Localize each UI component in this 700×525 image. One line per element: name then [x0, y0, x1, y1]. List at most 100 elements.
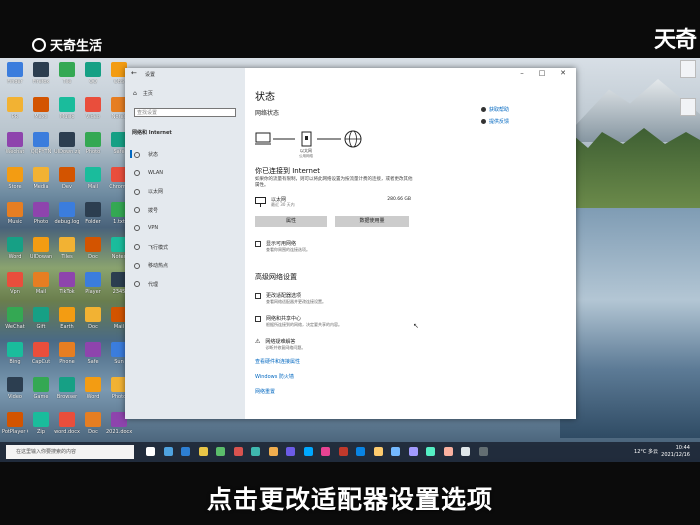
taskbar-app-icon[interactable] [461, 447, 470, 456]
sidebar-item[interactable]: VPN [134, 225, 158, 231]
desktop-app-icon[interactable] [7, 272, 23, 287]
desktop-app-icon[interactable] [33, 307, 49, 322]
desktop-app-icon[interactable] [59, 132, 75, 147]
desktop-app-icon[interactable] [33, 377, 49, 392]
desktop-file-icon[interactable] [680, 98, 696, 116]
sidebar-item[interactable]: 飞行模式 [134, 244, 168, 251]
desktop-app-icon[interactable] [85, 62, 101, 77]
desktop-app-icon[interactable] [59, 412, 75, 427]
maximize-icon[interactable]: □ [535, 69, 549, 77]
taskbar-app-icon[interactable] [443, 447, 453, 456]
desktop-app-icon[interactable] [7, 237, 23, 252]
taskbar-app-icon[interactable] [268, 447, 278, 456]
desktop-app-icon[interactable] [33, 62, 49, 77]
taskbar-app-icon[interactable] [181, 447, 190, 456]
desktop-app-icon[interactable] [7, 62, 23, 77]
windows-firewall-link[interactable]: Windows 防火墙 [255, 373, 294, 380]
troubleshooter-item[interactable]: ⚠ 网络疑难解答 诊断并修复网络问题。 [255, 338, 305, 351]
desktop-app-icon[interactable] [59, 62, 75, 77]
sidebar-item[interactable]: 状态 [129, 150, 158, 158]
taskbar-app-icon[interactable] [356, 447, 365, 456]
desktop-app-icon[interactable] [7, 307, 23, 322]
taskbar-app-icon[interactable] [321, 447, 330, 456]
sidebar-item[interactable]: 代理 [134, 281, 158, 288]
properties-button[interactable]: 属性 [255, 216, 327, 227]
show-networks-item[interactable]: 显示可用网络 查看你周围的连接选项。 [255, 240, 310, 253]
desktop-app-icon[interactable] [85, 412, 101, 427]
taskbar-app-icon[interactable] [233, 447, 243, 456]
taskbar-app-icon[interactable] [478, 447, 488, 456]
hardware-properties-link[interactable]: 查看硬件和连接属性 [255, 358, 300, 365]
desktop-app-icon[interactable] [7, 132, 23, 147]
desktop-app-icon[interactable] [85, 237, 101, 252]
taskbar-app-icon[interactable] [251, 447, 260, 456]
taskbar-app-icon[interactable] [146, 447, 155, 456]
sidebar-item[interactable]: 拨号 [134, 207, 158, 214]
desktop-icon-label: word.docx [54, 429, 80, 435]
feedback-link[interactable]: 提供反馈 [481, 118, 509, 125]
desktop-app-icon[interactable] [33, 272, 49, 287]
sidebar-item-label: WLAN [148, 169, 164, 176]
desktop-app-icon[interactable] [59, 167, 75, 182]
sidebar-item[interactable]: 以太网 [134, 188, 163, 195]
change-adapter-options-item[interactable]: 更改适配器选项 查看网络适配器并更改连接设置。 [255, 292, 326, 305]
desktop-app-icon[interactable] [33, 412, 49, 427]
desktop-app-icon[interactable] [7, 342, 23, 357]
desktop-app-icon[interactable] [7, 167, 23, 182]
taskbar-clock[interactable]: 10:44 2021/12/16 [661, 445, 690, 459]
sidebar-item[interactable]: WLAN [134, 169, 164, 176]
desktop-app-icon[interactable] [33, 342, 49, 357]
desktop-app-icon[interactable] [33, 167, 49, 182]
nav-item-icon [134, 225, 140, 231]
desktop-app-icon[interactable] [59, 202, 75, 217]
desktop-app-icon[interactable] [33, 237, 49, 252]
close-icon[interactable]: ✕ [556, 69, 570, 77]
troubleshooter-title: 网络疑难解答 [265, 339, 296, 345]
network-reset-link[interactable]: 网络重置 [255, 388, 275, 395]
desktop-app-icon[interactable] [85, 132, 101, 147]
desktop-app-icon[interactable] [85, 272, 101, 287]
desktop-app-icon[interactable] [33, 202, 49, 217]
desktop-app-icon[interactable] [85, 97, 101, 112]
taskbar-app-icon[interactable] [373, 447, 383, 456]
desktop-app-icon[interactable] [85, 342, 101, 357]
desktop-file-icon[interactable] [680, 60, 696, 78]
desktop-app-icon[interactable] [33, 132, 49, 147]
desktop-app-icon[interactable] [85, 377, 101, 392]
taskbar-search-input[interactable]: 在这里输入你要搜索的内容 [6, 445, 134, 459]
settings-search-input[interactable]: 查找设置 [134, 108, 236, 117]
taskbar-app-icon[interactable] [426, 447, 435, 456]
minimize-icon[interactable]: – [515, 69, 529, 77]
desktop-app-icon[interactable] [59, 342, 75, 357]
weather-status[interactable]: 12°C 多云 [634, 448, 658, 455]
clock-time: 10:44 [675, 445, 690, 451]
desktop-app-icon[interactable] [59, 237, 75, 252]
sidebar-home[interactable]: ⌂ 主页 [133, 90, 153, 97]
desktop-app-icon[interactable] [85, 307, 101, 322]
taskbar-app-icon[interactable] [338, 447, 348, 456]
globe-icon [344, 130, 362, 148]
desktop-app-icon[interactable] [33, 97, 49, 112]
taskbar-app-icon[interactable] [198, 447, 208, 456]
desktop-app-icon[interactable] [59, 97, 75, 112]
taskbar-app-icon[interactable] [163, 447, 173, 456]
sidebar-item[interactable]: 移动热点 [134, 262, 168, 269]
desktop-app-icon[interactable] [7, 377, 23, 392]
desktop-app-icon[interactable] [7, 202, 23, 217]
desktop-app-icon[interactable] [85, 167, 101, 182]
desktop-app-icon[interactable] [59, 272, 75, 287]
get-help-link[interactable]: 获取帮助 [481, 106, 509, 113]
desktop-app-icon[interactable] [85, 202, 101, 217]
taskbar-app-icon[interactable] [303, 447, 313, 456]
desktop-app-icon[interactable] [59, 307, 75, 322]
data-usage-button[interactable]: 数据使用量 [335, 216, 409, 227]
desktop-app-icon[interactable] [7, 412, 23, 427]
desktop-app-icon[interactable] [59, 377, 75, 392]
taskbar-app-icon[interactable] [391, 447, 400, 456]
taskbar-app-icon[interactable] [408, 447, 418, 456]
taskbar-app-icon[interactable] [216, 447, 225, 456]
sharing-center-item[interactable]: 网络和共享中心 根据所连接到的网络，决定要共享的内容。 [255, 315, 342, 328]
nav-item-icon [134, 151, 140, 158]
desktop-app-icon[interactable] [7, 97, 23, 112]
taskbar-app-icon[interactable] [286, 447, 295, 456]
